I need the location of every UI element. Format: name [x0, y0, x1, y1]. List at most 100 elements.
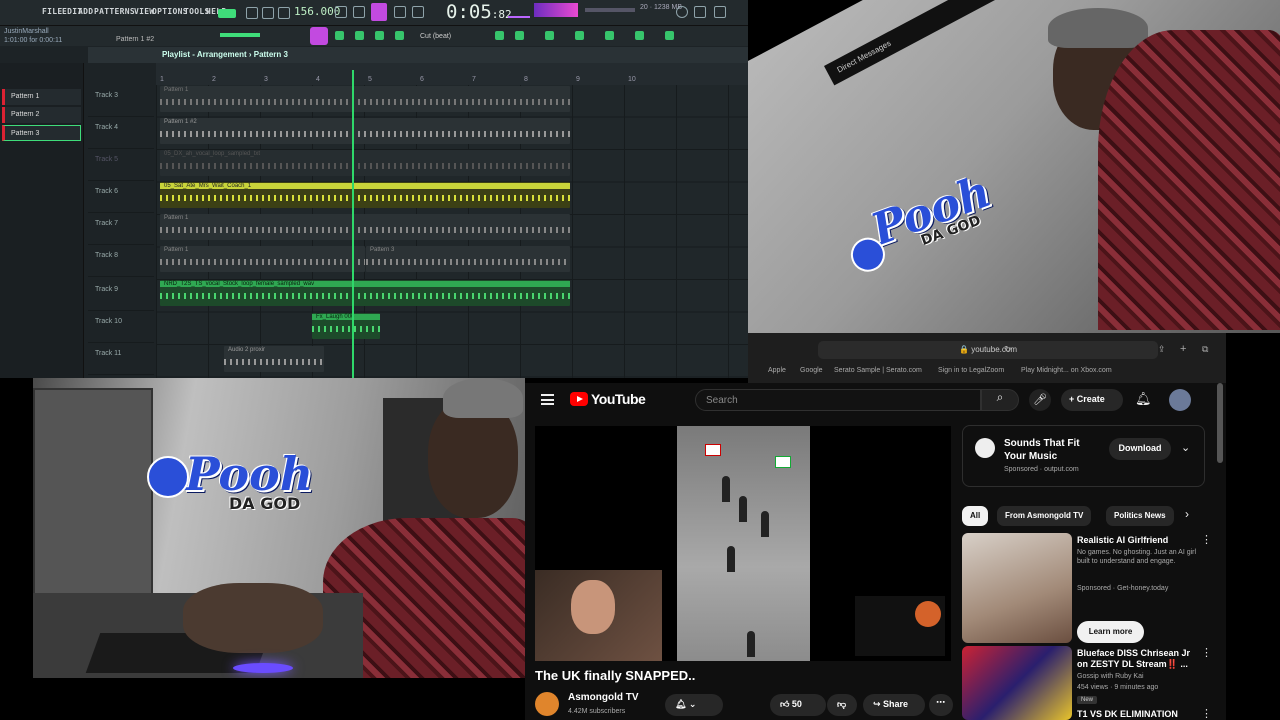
menu-file[interactable]: FILE — [42, 7, 62, 16]
create-button[interactable]: + Create — [1061, 389, 1123, 411]
playlist-clip[interactable]: Pattern 3 — [366, 246, 570, 272]
track-header[interactable]: Track 3 — [88, 85, 154, 117]
search-button[interactable]: ⌕ — [981, 389, 1019, 411]
youtube-logo-icon[interactable] — [570, 392, 588, 406]
playhead-marker[interactable] — [352, 70, 354, 378]
track-header[interactable]: Track 11 — [88, 343, 154, 375]
chevron-right-icon[interactable]: › — [1185, 507, 1189, 521]
stamp-icon[interactable] — [515, 31, 524, 40]
more-actions-button[interactable]: ⋯ — [929, 694, 953, 716]
chip-from-channel[interactable]: From Asmongold TV — [997, 506, 1092, 526]
track-header[interactable]: Track 6 — [88, 181, 154, 213]
address-bar[interactable]: 🔒 youtube.com — [818, 341, 1158, 359]
playlist-clip[interactable]: Pattern 1 — [160, 246, 365, 272]
like-button[interactable]: 👍︎ 50 — [770, 694, 826, 716]
step-edit-icon[interactable] — [412, 6, 424, 18]
magnet-icon[interactable] — [545, 31, 554, 40]
track-header[interactable]: Track 4 — [88, 117, 154, 149]
recommendation-title[interactable]: T1 VS DK ELIMINATION — [1077, 709, 1202, 720]
playlist-clip[interactable]: Pattern 1 — [160, 214, 570, 240]
youtube-logo-text[interactable]: YouTube — [591, 391, 646, 407]
recommendation-thumbnail[interactable] — [962, 533, 1072, 643]
track-header[interactable]: Track 9 — [88, 279, 154, 311]
playlist-clip[interactable]: 05_Sat_Ate_Mrs_Wait_Coach_1 — [160, 182, 570, 208]
favorite-link[interactable]: Apple — [768, 367, 786, 374]
dislike-button[interactable]: 👎︎ — [827, 694, 857, 716]
zoom-tool-icon[interactable] — [635, 31, 644, 40]
menu-patterns[interactable]: PATTERNS — [94, 7, 135, 16]
picker-item[interactable]: Pattern 1 — [2, 89, 81, 105]
new-tab-icon[interactable]: + — [1180, 343, 1186, 355]
playlist-clip[interactable]: Pattern 1 — [160, 86, 570, 112]
recommendation-title[interactable]: Realistic AI Girlfriend — [1077, 535, 1202, 546]
share-button[interactable]: ↪ Share — [863, 694, 925, 716]
menu-add[interactable]: ADD — [78, 7, 93, 16]
mic-icon[interactable] — [694, 6, 706, 18]
picker-item-selected[interactable]: Pattern 3 — [2, 125, 81, 141]
plugin-icon[interactable] — [395, 31, 404, 40]
learn-more-button[interactable]: Learn more — [1077, 621, 1144, 643]
wait-icon[interactable] — [353, 6, 365, 18]
reload-icon[interactable]: ↻ — [1004, 344, 1012, 355]
ad-title[interactable]: Sounds That Fit Your Music — [1004, 437, 1104, 463]
more-options-icon[interactable]: ⋮ — [1201, 646, 1212, 659]
track-header[interactable]: Track 5 — [88, 149, 154, 181]
chip-all[interactable]: All — [962, 506, 989, 526]
picker-item[interactable]: Pattern 2 — [2, 107, 81, 123]
play-icon[interactable] — [246, 7, 258, 19]
voice-search-button[interactable]: 🎤︎ — [1029, 389, 1051, 411]
tempo-display[interactable]: 156.000 — [294, 5, 340, 18]
timeline-ruler[interactable] — [156, 63, 748, 85]
menu-options[interactable]: OPTIONS — [152, 7, 188, 16]
account-avatar[interactable] — [1169, 389, 1191, 411]
tabs-overview-icon[interactable]: ⧉ — [1202, 344, 1208, 355]
snap-selector[interactable]: Cut (beat) — [420, 33, 451, 40]
playback-tool-icon[interactable] — [665, 31, 674, 40]
chip-politics[interactable]: Politics News — [1106, 506, 1174, 526]
search-input[interactable]: Search — [695, 389, 981, 411]
recommendation-title[interactable]: Blueface DISS Chrisean Jr on ZESTY DL St… — [1077, 648, 1202, 670]
loop-record-icon[interactable] — [394, 6, 406, 18]
master-volume-slider[interactable] — [585, 8, 635, 12]
download-button[interactable]: Download — [1109, 438, 1171, 460]
track-header[interactable]: Track 10 — [88, 311, 154, 343]
info-icon[interactable] — [714, 6, 726, 18]
slice-tool-icon[interactable] — [605, 31, 614, 40]
chevron-down-icon[interactable]: ⌄ — [1181, 441, 1190, 454]
channel-name[interactable]: Asmongold TV — [568, 692, 639, 703]
stop-icon[interactable] — [262, 7, 274, 19]
clock-icon[interactable] — [676, 6, 688, 18]
more-options-icon[interactable]: ⋮ — [1201, 533, 1212, 546]
playlist-clip[interactable]: Audio 2 proxir — [224, 346, 324, 372]
playlist-clip[interactable]: Pattern 1 #2 — [160, 118, 570, 144]
channel-rack-icon[interactable] — [355, 31, 364, 40]
playlist-clip[interactable]: 05_DX_ah_vocal_loop_sampled_txt — [160, 150, 570, 176]
piano-roll-icon[interactable] — [335, 31, 344, 40]
pattern-selector[interactable]: Pattern 1 #2 — [116, 36, 154, 43]
metronome-icon[interactable] — [335, 6, 347, 18]
subscribed-bell-button[interactable]: 🔔︎ ⌄ — [665, 694, 723, 716]
track-header[interactable]: Track 7 — [88, 213, 154, 245]
mute-tool-icon[interactable] — [575, 31, 584, 40]
recommendation-thumbnail[interactable] — [962, 646, 1072, 720]
share-icon[interactable]: ⇪ — [1158, 344, 1166, 355]
playlist-clip[interactable]: NRD_T2S_TS_vocal_Stock_loop_female_sampl… — [160, 280, 570, 306]
mixer-icon[interactable] — [375, 31, 384, 40]
favorite-link[interactable]: Play Midnight... on Xbox.com — [1021, 367, 1112, 374]
favorite-link[interactable]: Sign in to LegalZoom — [938, 367, 1004, 374]
tempo-tap-icon[interactable] — [495, 31, 504, 40]
notifications-bell-icon[interactable]: 🔔︎ — [1135, 391, 1152, 407]
channel-avatar[interactable] — [535, 692, 559, 716]
playlist-clip[interactable]: Fx_Laugh 006 — [312, 313, 380, 339]
favorite-link[interactable]: Google — [800, 367, 823, 374]
track-header[interactable]: Track 8 — [88, 245, 154, 277]
favorite-link[interactable]: Serato Sample | Serato.com — [834, 367, 922, 374]
record-mode-button[interactable] — [371, 3, 387, 21]
pattern-volume-slider[interactable] — [220, 33, 260, 37]
scrollbar[interactable] — [1217, 383, 1223, 463]
more-options-icon[interactable]: ⋮ — [1201, 707, 1212, 720]
browser-button[interactable] — [310, 27, 328, 45]
hamburger-menu-icon[interactable] — [541, 394, 554, 405]
pattern-song-toggle[interactable] — [218, 9, 236, 18]
record-icon[interactable] — [278, 7, 290, 19]
